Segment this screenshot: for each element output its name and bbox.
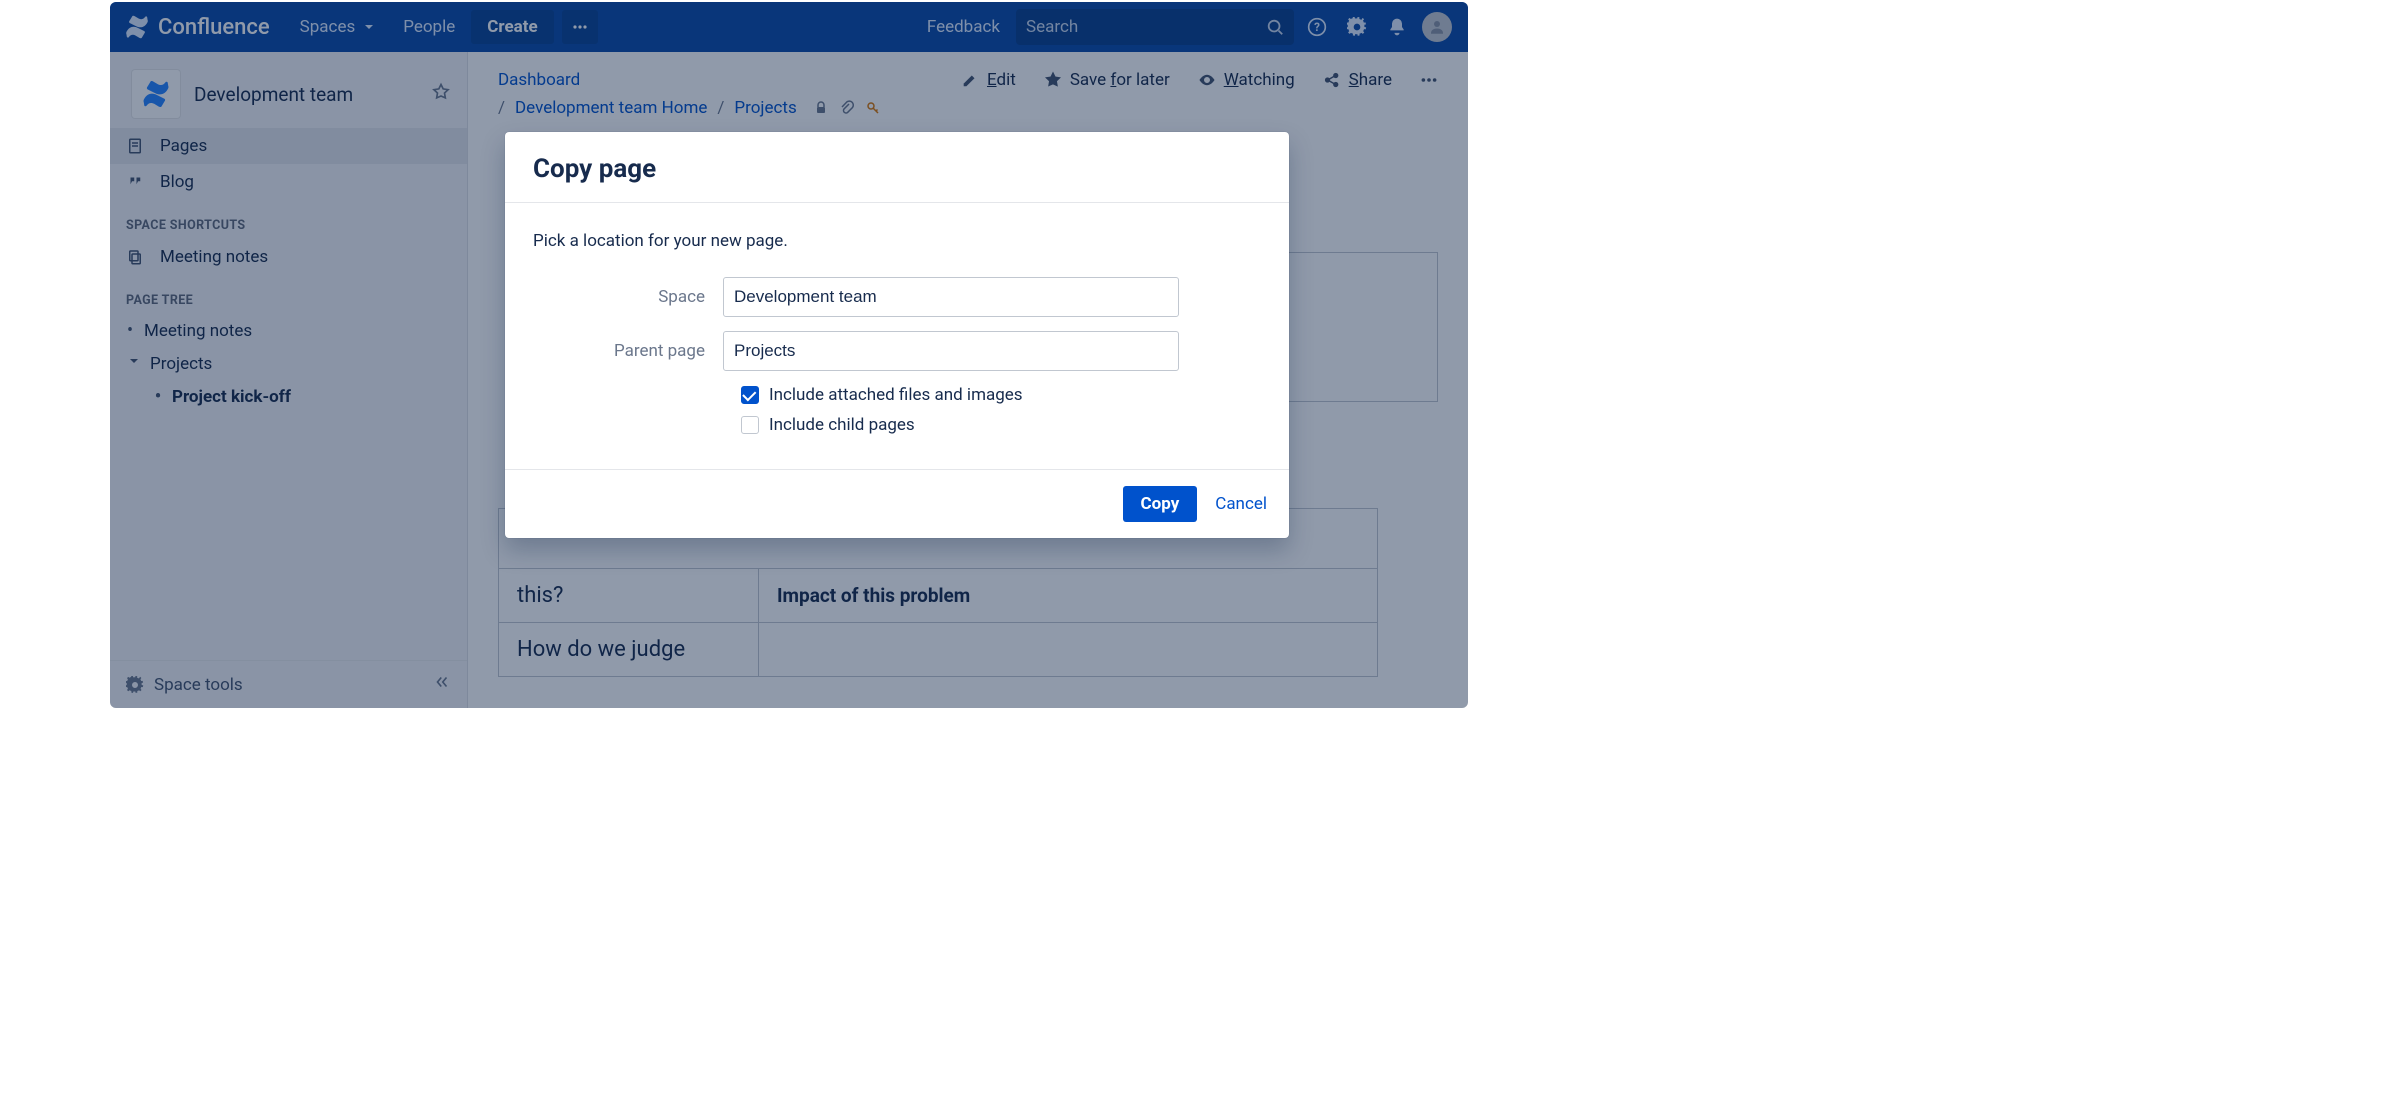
share-icon (1323, 71, 1341, 89)
eye-icon (1198, 71, 1216, 89)
chevron-down-icon (126, 353, 140, 374)
bullet-icon: • (154, 386, 162, 407)
quote-icon (126, 173, 146, 191)
dialog-body: Pick a location for your new page. Space… (505, 203, 1289, 469)
parent-page-label: Parent page (533, 341, 723, 361)
space-tools[interactable]: Space tools (110, 660, 467, 708)
save-for-later-button[interactable]: Save for later (1044, 70, 1170, 90)
crumb-home[interactable]: Development team Home (515, 98, 707, 118)
avatar (1422, 12, 1452, 42)
confluence-logo-icon (124, 14, 150, 40)
space-input[interactable] (723, 277, 1179, 317)
pencil-icon (961, 71, 979, 89)
sidebar-blog[interactable]: Blog (110, 164, 467, 200)
search-input[interactable]: Search (1016, 9, 1294, 45)
create-more-button[interactable] (562, 10, 598, 44)
dialog-title: Copy page (533, 154, 1261, 184)
cancel-button[interactable]: Cancel (1215, 494, 1267, 514)
nav-spaces[interactable]: Spaces (290, 11, 388, 43)
include-attachments-checkbox[interactable]: Include attached files and images (741, 385, 1261, 405)
page-more-button[interactable] (1420, 71, 1438, 89)
search-placeholder: Search (1026, 17, 1078, 37)
dialog-footer: Copy Cancel (505, 469, 1289, 538)
space-title[interactable]: Development team (194, 83, 353, 106)
sidebar-pages[interactable]: Pages (110, 128, 467, 164)
collapse-sidebar-button[interactable] (433, 673, 451, 696)
ellipsis-icon (1420, 71, 1438, 89)
app-window: Confluence Spaces People Create Feedback… (110, 2, 1468, 708)
notifications-button[interactable] (1380, 10, 1414, 44)
space-logo (132, 70, 180, 118)
copy-page-dialog: Copy page Pick a location for your new p… (505, 132, 1289, 538)
chevron-down-icon (361, 19, 377, 35)
cell-impact-heading: Impact of this problem (759, 569, 1378, 623)
help-button[interactable]: ? (1300, 10, 1334, 44)
bullet-icon: • (126, 320, 134, 341)
tree-meeting-notes[interactable]: • Meeting notes (110, 314, 467, 347)
create-button[interactable]: Create (471, 10, 553, 44)
star-outline-icon (431, 82, 451, 102)
edit-button[interactable]: Edit (961, 70, 1016, 90)
pagetree-heading: PAGE TREE (110, 275, 467, 314)
profile-button[interactable] (1420, 10, 1454, 44)
cell-how-judge: How do we judge (499, 623, 759, 677)
copy-button[interactable]: Copy (1123, 486, 1198, 522)
star-outline-icon (1044, 71, 1062, 89)
top-nav: Confluence Spaces People Create Feedback… (110, 2, 1468, 52)
dialog-description: Pick a location for your new page. (533, 231, 1261, 251)
checkbox-checked-icon (741, 386, 759, 404)
gear-icon (126, 676, 144, 694)
nav-people[interactable]: People (393, 11, 465, 43)
pages-icon (126, 137, 146, 155)
brand-label: Confluence (158, 15, 270, 40)
space-header: Development team (110, 52, 467, 128)
crumb-dashboard[interactable]: Dashboard (498, 70, 580, 90)
shortcuts-heading: SPACE SHORTCUTS (110, 200, 467, 239)
tree-projects[interactable]: Projects (110, 347, 467, 380)
space-label: Space (533, 287, 723, 307)
crumb-projects[interactable]: Projects (734, 98, 796, 118)
ellipsis-icon (572, 19, 588, 35)
search-icon (1266, 18, 1284, 36)
share-button[interactable]: Share (1323, 70, 1392, 90)
brand[interactable]: Confluence (124, 14, 270, 40)
cell-empty (759, 623, 1378, 677)
include-children-checkbox[interactable]: Include child pages (741, 415, 1261, 435)
settings-button[interactable] (1340, 10, 1374, 44)
content-table: this? Impact of this problem How do we j… (498, 568, 1378, 677)
cell-why-this: this? (499, 569, 759, 623)
confluence-space-icon (141, 79, 171, 109)
star-space-button[interactable] (431, 82, 451, 106)
svg-text:?: ? (1314, 20, 1320, 34)
shortcut-meeting-notes[interactable]: Meeting notes (110, 239, 467, 275)
restrictions-icon[interactable] (813, 100, 829, 116)
checkbox-unchecked-icon (741, 416, 759, 434)
parent-page-input[interactable] (723, 331, 1179, 371)
bell-icon (1387, 17, 1407, 37)
breadcrumb-row2: / Development team Home / Projects (498, 98, 1438, 118)
chevron-double-left-icon (433, 673, 451, 691)
dialog-header: Copy page (505, 132, 1289, 203)
help-icon: ? (1307, 17, 1327, 37)
nav-feedback[interactable]: Feedback (917, 11, 1010, 43)
person-icon (1428, 18, 1446, 36)
gear-icon (1347, 17, 1367, 37)
copy-icon (126, 248, 146, 266)
attachment-icon[interactable] (839, 100, 855, 116)
page-actions: Edit Save for later Watching Share (961, 70, 1438, 90)
sidebar: Development team Pages Blog SPACE SHORTC… (110, 52, 468, 708)
watching-button[interactable]: Watching (1198, 70, 1295, 90)
key-icon[interactable] (865, 100, 881, 116)
tree-project-kickoff[interactable]: • Project kick-off (110, 380, 467, 413)
